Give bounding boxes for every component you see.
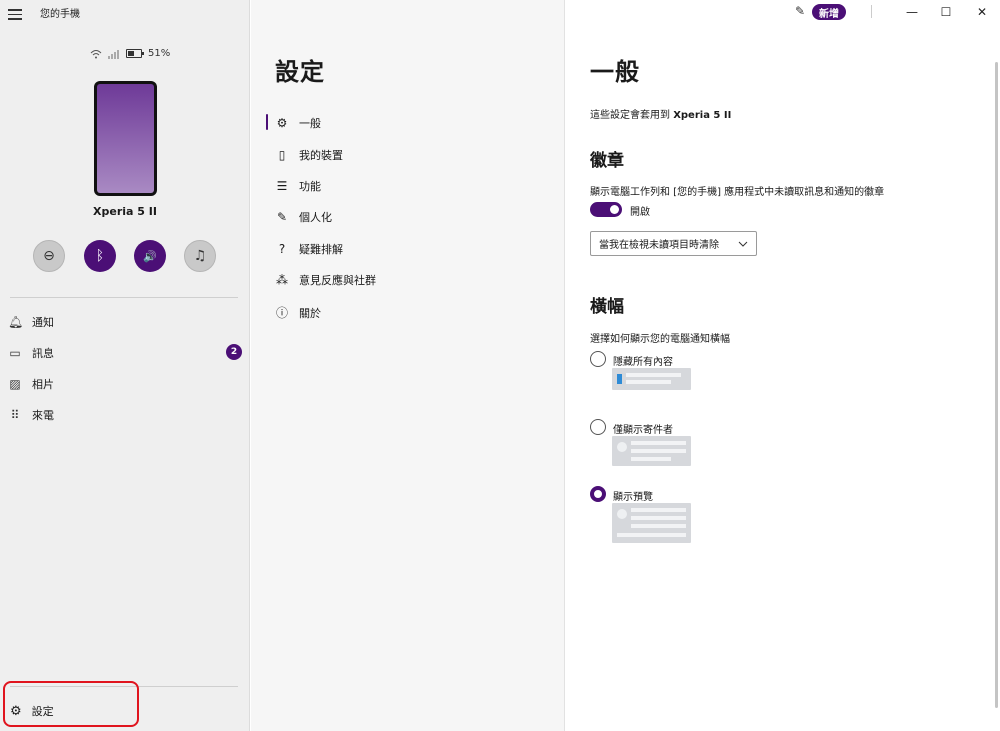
general-settings-pane: ✎ 新增 — ☐ ✕ 一般 這些設定會套用到 Xperia 5 II 徽章 顯示…: [566, 0, 1000, 731]
menu-item-feedback-community[interactable]: ⁂ 意見反應與社群: [275, 272, 376, 288]
radio-hide-all-label: 隱藏所有內容: [613, 357, 673, 368]
titlebar-divider: [871, 5, 872, 18]
sidebar-item-notifications[interactable]: 🔔︎ 通知: [8, 314, 54, 330]
sidebar-item-label: 來電: [32, 409, 54, 422]
badges-toggle[interactable]: [590, 202, 622, 217]
community-icon: ⁂: [276, 273, 288, 287]
signal-icon: [108, 49, 119, 59]
banners-description: 選擇如何顯示您的電腦通知橫幅: [590, 334, 730, 345]
close-button[interactable]: ✕: [972, 3, 992, 21]
menu-item-features[interactable]: ☰ 功能: [275, 178, 321, 194]
settings-title: 設定: [275, 58, 325, 86]
media-button[interactable]: ♫: [184, 240, 216, 272]
scrollbar[interactable]: [995, 62, 998, 708]
hamburger-menu-icon[interactable]: [8, 9, 22, 20]
sidebar-item-messages[interactable]: ▭ 訊息: [8, 345, 54, 361]
avatar-icon: [617, 509, 627, 519]
sidebar-item-settings[interactable]: ⚙ 設定: [10, 703, 54, 719]
divider: [10, 297, 238, 298]
list-icon: ☰: [276, 179, 288, 193]
info-icon: ⓘ: [275, 306, 288, 320]
page-title: 一般: [590, 58, 640, 86]
badges-toggle-label: 開啟: [630, 207, 650, 218]
menu-item-label: 一般: [299, 117, 321, 130]
phone-image: [94, 81, 157, 196]
dialpad-icon: ⠿: [10, 408, 20, 422]
sidebar-item-calls[interactable]: ⠿ 來電: [8, 407, 54, 423]
sidebar-item-photos[interactable]: ▨ 相片: [8, 376, 54, 392]
menu-item-my-device[interactable]: ▯ 我的裝置: [275, 147, 343, 163]
radio-show-preview[interactable]: [590, 486, 606, 502]
applies-to-note: 這些設定會套用到 Xperia 5 II: [590, 110, 732, 121]
sidebar-item-label: 相片: [32, 378, 54, 391]
sidebar-item-label: 設定: [31, 705, 54, 718]
badges-heading: 徽章: [590, 151, 624, 171]
volume-button[interactable]: 🔊: [134, 240, 166, 272]
radio-sender-only[interactable]: [590, 419, 606, 435]
sidebar-item-label: 訊息: [32, 347, 54, 360]
new-button[interactable]: 新增: [812, 4, 846, 20]
maximize-button[interactable]: ☐: [936, 3, 956, 21]
menu-item-label: 功能: [299, 180, 321, 193]
menu-item-about[interactable]: ⓘ 關於: [275, 304, 321, 321]
do-not-disturb-button[interactable]: ⊖: [33, 240, 65, 272]
selected-indicator: [266, 114, 268, 130]
volume-icon: 🔊: [143, 249, 157, 263]
photo-icon: ▨: [9, 377, 21, 391]
minimize-button[interactable]: —: [902, 3, 922, 21]
bluetooth-icon: ᛒ: [95, 248, 105, 264]
battery-level: 51%: [148, 48, 171, 59]
avatar-icon: [617, 442, 627, 452]
gear-icon: ⚙: [276, 116, 288, 130]
menu-item-personalization[interactable]: ✎ 個人化: [275, 209, 332, 225]
device-name: Xperia 5 II: [93, 205, 157, 218]
phone-icon: ▯: [278, 148, 286, 162]
menu-item-troubleshoot[interactable]: ? 疑難排解: [275, 241, 343, 257]
bell-icon: 🔔︎: [8, 315, 24, 329]
preview-sender-only: [612, 436, 691, 466]
phone-screen: [97, 84, 154, 193]
do-not-disturb-icon: ⊖: [43, 248, 55, 264]
menu-item-label: 疑難排解: [299, 243, 343, 256]
settings-highlight: ⚙ 設定: [3, 681, 139, 727]
troubleshoot-icon: ?: [278, 242, 286, 256]
pen-icon[interactable]: ✎: [795, 4, 805, 18]
left-pane: 您的手機 51% Xperia 5 II ⊖ ᛒ 🔊 ♫ 🔔︎ 通知 ▭ 訊息 …: [0, 0, 250, 731]
dropdown-value: 當我在檢視未讀項目時清除: [599, 240, 719, 251]
radio-show-preview-label: 顯示預覽: [613, 492, 653, 503]
app-icon: [617, 374, 622, 384]
wifi-icon: [90, 49, 102, 58]
messages-count-badge: 2: [226, 344, 242, 360]
badge-clear-dropdown[interactable]: 當我在檢視未讀項目時清除: [590, 231, 757, 256]
gear-icon: ⚙: [10, 703, 22, 719]
music-note-icon: ♫: [193, 248, 207, 264]
preview-hide-all: [612, 368, 691, 390]
settings-menu-pane: 設定 ⚙ 一般 ▯ 我的裝置 ☰ 功能 ✎ 個人化 ? 疑難排解 ⁂ 意見反應與…: [251, 0, 565, 731]
radio-hide-all[interactable]: [590, 351, 606, 367]
message-icon: ▭: [9, 346, 21, 360]
radio-sender-only-label: 僅顯示寄件者: [613, 425, 673, 436]
app-title: 您的手機: [40, 9, 80, 20]
menu-item-label: 我的裝置: [299, 149, 343, 162]
menu-item-label: 意見反應與社群: [299, 274, 376, 287]
menu-item-label: 個人化: [299, 211, 332, 224]
menu-item-label: 關於: [299, 306, 321, 320]
preview-show-preview: [612, 503, 691, 543]
badges-description: 顯示電腦工作列和 [您的手機] 應用程式中未讀取訊息和通知的徽章: [590, 187, 885, 198]
battery-icon: [126, 49, 144, 58]
bluetooth-button[interactable]: ᛒ: [84, 240, 116, 272]
sidebar-item-label: 通知: [32, 316, 54, 329]
menu-item-general[interactable]: ⚙ 一般: [275, 115, 321, 131]
chevron-down-icon: [738, 241, 748, 247]
device-name: Xperia 5 II: [673, 110, 732, 121]
personalize-icon: ✎: [276, 210, 288, 224]
banners-heading: 橫幅: [590, 297, 624, 317]
phone-status: 51%: [90, 48, 170, 59]
